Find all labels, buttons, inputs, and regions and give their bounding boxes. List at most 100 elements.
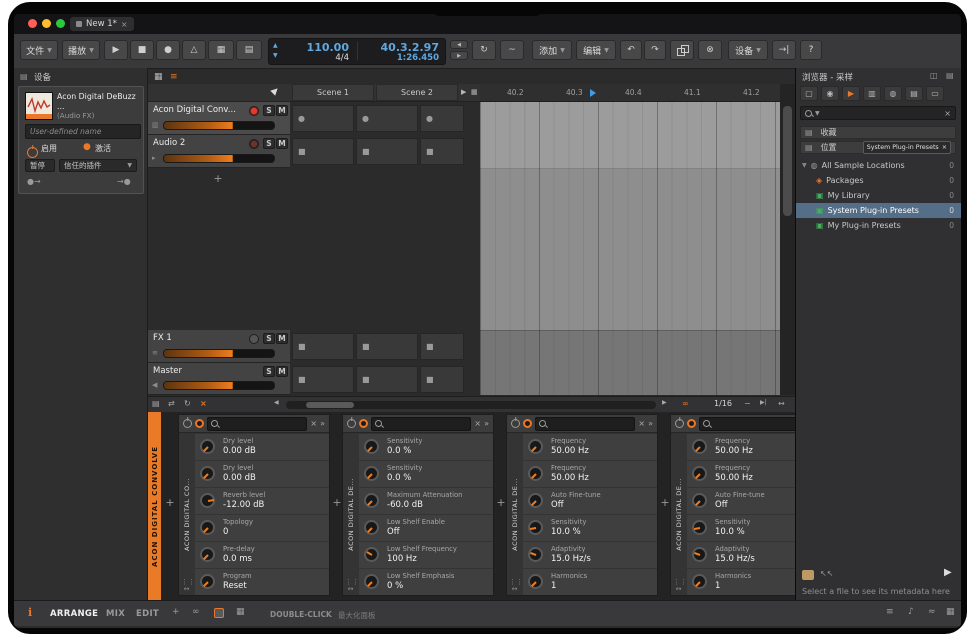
device-power-icon[interactable] (347, 419, 356, 428)
preset-search-field[interactable] (699, 417, 795, 431)
device-acon-debuzz-2[interactable]: × » ACON DIGITAL DE... ⋮⋮↔ Frequency 50.… (506, 414, 658, 596)
suspend-button[interactable]: 暂停 (25, 159, 55, 172)
minimize-window-button[interactable] (42, 19, 51, 28)
groove-button[interactable]: ~ (500, 40, 524, 60)
arranger-vertical-scrollbar[interactable] (780, 84, 795, 395)
track-header-fx1[interactable]: FX 1 S M ≋ (148, 330, 290, 363)
mute-button[interactable]: M (276, 366, 288, 377)
scrollbar-thumb[interactable] (306, 402, 354, 408)
track-header-acon[interactable]: Acon Digital Conv... S M ▥ (148, 102, 290, 135)
param-value[interactable]: 15.0 Hz/s (715, 554, 755, 564)
drag-handle-icon[interactable]: ⋮⋮↔ (509, 579, 520, 594)
grid-minus-icon[interactable]: − (744, 400, 751, 408)
param-knob[interactable] (364, 574, 379, 589)
param-knob[interactable] (692, 574, 707, 589)
browser-tab-monitor[interactable]: ▭ (926, 86, 944, 101)
tree-item-my-plugin-presets[interactable]: ▣ My Plug-in Presets 0 (796, 218, 961, 233)
expand-caret-icon[interactable]: ▼ (802, 163, 807, 169)
help-button[interactable]: ? (800, 40, 822, 60)
param-value[interactable]: -12.00 dB (223, 500, 264, 510)
view-tab-arrange[interactable]: ARRANGE (50, 609, 98, 619)
param-knob[interactable] (200, 574, 215, 589)
input-routing-icon[interactable]: ●→ (27, 177, 41, 186)
playhead-marker[interactable] (590, 89, 596, 97)
clip-slot[interactable]: ● (420, 105, 464, 132)
param-knob[interactable] (364, 466, 379, 481)
record-arm-button[interactable] (249, 106, 259, 116)
metronome-button[interactable]: △ (182, 40, 206, 60)
view-tab-edit[interactable]: EDIT (136, 609, 159, 619)
punch-out-button[interactable]: ▶ (450, 51, 468, 60)
preset-search-field[interactable] (371, 417, 471, 431)
link-icon[interactable]: ∞ (192, 608, 200, 617)
browser-tab-recent[interactable]: ◉ (821, 86, 839, 101)
display-profile-button[interactable]: ▤ (236, 40, 262, 60)
device-knob-icon[interactable] (195, 419, 204, 428)
device-knob-icon[interactable] (359, 419, 368, 428)
play-all-scenes-icon[interactable]: ▶ (461, 88, 466, 96)
play-button[interactable]: ▶ (104, 40, 128, 60)
param-knob[interactable] (200, 493, 215, 508)
scroll-right-icon[interactable]: ▶ (662, 400, 667, 406)
device-acon-debuzz-1[interactable]: × » ACON DIGITAL DE... ⋮⋮↔ Sensitivity 0… (342, 414, 494, 596)
refresh-icon[interactable]: ↻ (184, 400, 191, 408)
grid-resolution-value[interactable]: 1/16 (714, 400, 732, 408)
browser-search-input[interactable]: ▼ × (800, 106, 956, 120)
param-knob[interactable] (528, 466, 543, 481)
punch-in-button[interactable]: ◀ (450, 40, 468, 49)
device-knob-icon[interactable] (523, 419, 532, 428)
solo-button[interactable]: S (263, 105, 275, 116)
step-end-icon[interactable]: ▶| (760, 400, 767, 406)
param-value[interactable]: 1 (551, 581, 556, 591)
clip-slot[interactable]: ■ (420, 366, 464, 393)
panel-layout-icon[interactable]: ◫ (930, 71, 938, 80)
param-value[interactable]: Reset (223, 581, 247, 591)
tempo-up-icon[interactable]: ▲ (273, 42, 278, 49)
horizontal-scrollbar[interactable] (286, 401, 656, 409)
swap-icon[interactable]: ⇄ (168, 400, 175, 408)
param-knob[interactable] (364, 547, 379, 562)
undo-button[interactable]: ↶ (620, 40, 642, 60)
param-knob[interactable] (528, 493, 543, 508)
maximize-window-button[interactable] (56, 19, 65, 28)
clear-search-icon[interactable]: × (944, 109, 951, 118)
scroll-left-icon[interactable]: ◀ (274, 400, 279, 406)
stop-button[interactable]: ■ (130, 40, 154, 60)
solo-button[interactable]: S (263, 366, 275, 377)
param-value[interactable]: 50.00 Hz (551, 446, 589, 456)
scrollbar-thumb[interactable] (783, 106, 792, 216)
expand-icon[interactable]: » (648, 419, 653, 428)
clip-slot[interactable]: ● (356, 105, 418, 132)
clip-slot[interactable]: ■ (356, 138, 418, 165)
loop-button[interactable]: ↻ (472, 40, 496, 60)
device-acon-convolve[interactable]: × » ACON DIGITAL CO... ⋮⋮↔ Dry level 0.0… (178, 414, 330, 596)
expand-icon[interactable]: » (484, 419, 489, 428)
close-icon[interactable]: × (310, 419, 317, 428)
view-tab-mix[interactable]: MIX (106, 609, 125, 619)
browser-tab-devices[interactable]: ▢ (800, 86, 818, 101)
param-knob[interactable] (528, 520, 543, 535)
grid-settings-icon[interactable]: ▤ (152, 400, 160, 408)
device-power-icon[interactable] (675, 419, 684, 428)
param-knob[interactable] (692, 466, 707, 481)
preset-search-field[interactable] (207, 417, 307, 431)
clip-slot[interactable]: ■ (420, 333, 464, 360)
param-value[interactable]: 0 (223, 527, 228, 537)
info-icon[interactable]: i (28, 606, 32, 619)
mute-button[interactable]: M (276, 138, 288, 149)
project-tab[interactable]: New 1* × (70, 17, 134, 31)
param-value[interactable]: 0.0 % (387, 446, 411, 456)
track-header-audio2[interactable]: Audio 2 S M ▸ (148, 135, 290, 168)
device-menu-button[interactable]: 设备▼ (728, 40, 768, 60)
param-knob[interactable] (528, 439, 543, 454)
monitor-button[interactable] (249, 334, 259, 344)
scene-header[interactable]: Scene 2 (376, 84, 458, 101)
crosshair-icon[interactable]: + (172, 608, 180, 617)
browser-tab-samples[interactable]: ▶ (842, 86, 860, 101)
close-icon[interactable]: × (474, 419, 481, 428)
browser-tab-music[interactable]: ◍ (884, 86, 902, 101)
param-knob[interactable] (692, 493, 707, 508)
time-signature-value[interactable]: 4/4 (313, 53, 349, 63)
clip-slot[interactable]: ■ (420, 138, 464, 165)
device-title-strip[interactable]: ACON DIGITAL DE... ⋮⋮↔ (671, 433, 686, 596)
